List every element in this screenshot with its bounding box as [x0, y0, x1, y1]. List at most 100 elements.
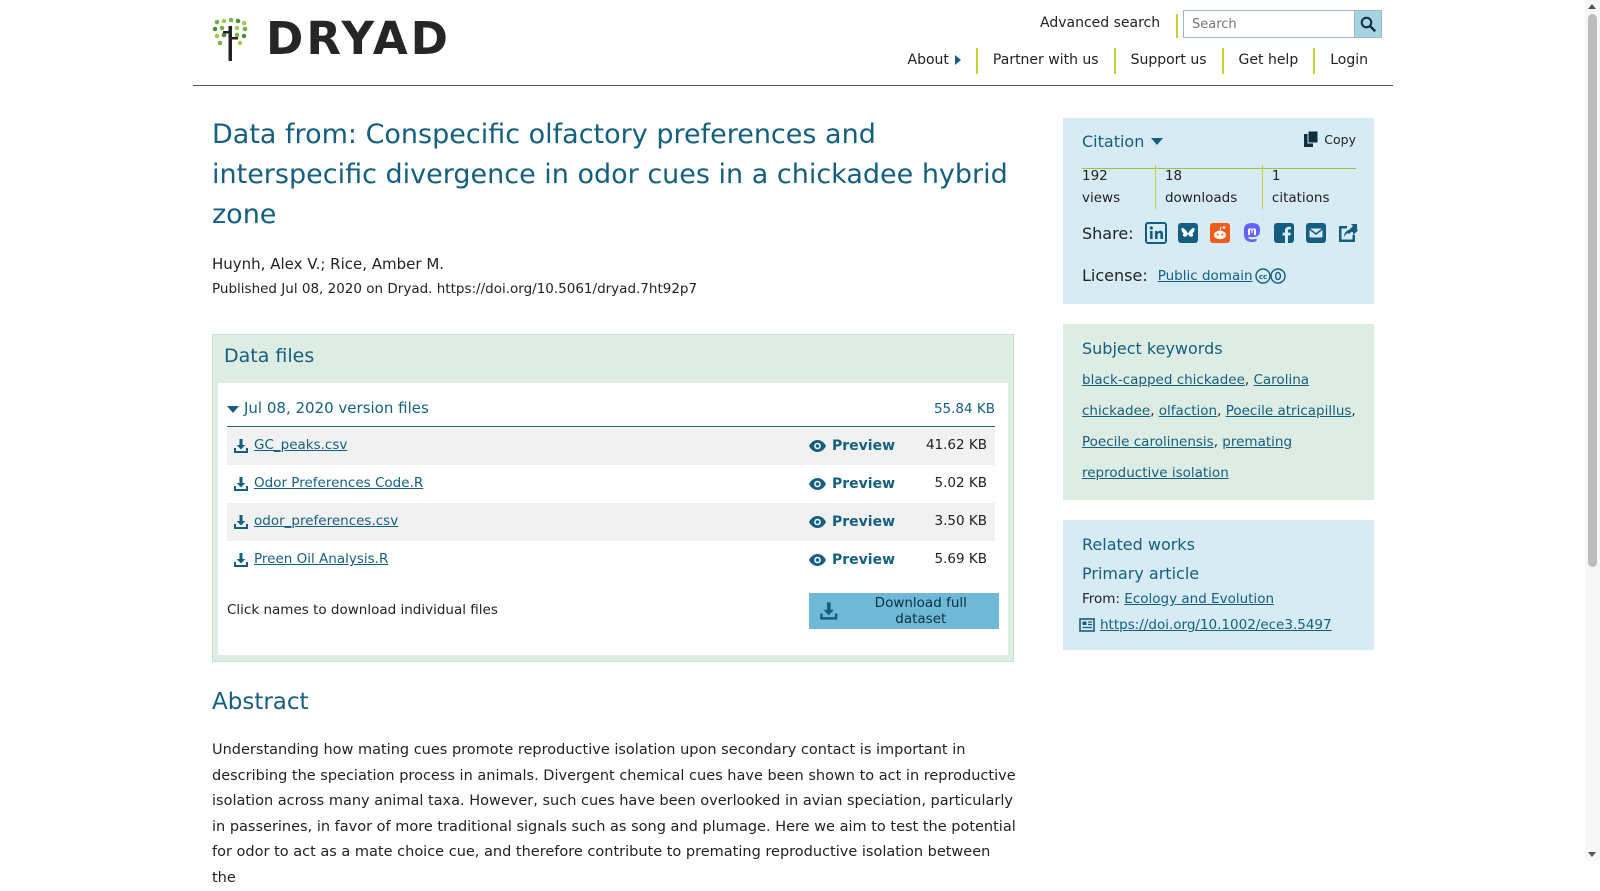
- mastodon-icon[interactable]: [1240, 221, 1264, 245]
- version-size: 55.84 KB: [933, 401, 995, 417]
- scroll-up-arrow-icon[interactable]: [1588, 4, 1596, 9]
- eye-icon: [809, 516, 826, 528]
- linkedin-icon[interactable]: [1144, 221, 1168, 245]
- advanced-search-link[interactable]: Advanced search: [1040, 14, 1179, 38]
- eye-icon: [809, 554, 826, 566]
- file-size: 3.50 KB: [934, 513, 987, 529]
- license-link[interactable]: Public domain: [1158, 268, 1253, 284]
- file-row: Odor Preferences Code.R Preview 5.02 KB: [227, 465, 995, 503]
- download-hint: Click names to download individual files: [227, 602, 498, 618]
- file-size: 5.02 KB: [934, 475, 987, 491]
- copy-icon: [1304, 131, 1319, 147]
- citations-count: 1 citations: [1271, 167, 1330, 206]
- file-link[interactable]: GC_peaks.csv: [254, 437, 347, 453]
- preview-button[interactable]: Preview: [809, 514, 895, 530]
- nav-partner[interactable]: Partner with us: [975, 48, 1114, 74]
- preview-label: Preview: [832, 476, 896, 492]
- search-button[interactable]: [1354, 10, 1382, 38]
- search-form: [1183, 10, 1382, 38]
- download-icon: [234, 515, 248, 529]
- primary-article-heading: Primary article: [1082, 564, 1200, 583]
- related-works-heading: Related works: [1082, 535, 1195, 554]
- site-header: DRYAD Advanced search About Partner with…: [193, 0, 1393, 86]
- views-count: 192 views: [1082, 164, 1156, 209]
- file-link[interactable]: Odor Preferences Code.R: [254, 475, 423, 491]
- svg-text:cc: cc: [1258, 273, 1266, 281]
- copy-citation-button[interactable]: Copy: [1304, 131, 1356, 147]
- file-link[interactable]: Preen Oil Analysis.R: [254, 551, 388, 567]
- file-size: 41.62 KB: [925, 437, 987, 453]
- download-icon: [820, 602, 838, 620]
- email-icon[interactable]: [1304, 221, 1328, 245]
- abstract-heading: Abstract: [212, 689, 309, 715]
- abstract-text: Understanding how mating cues promote re…: [212, 742, 1016, 886]
- preview-button[interactable]: Preview: [809, 552, 895, 568]
- keyword-link[interactable]: black-capped chickadee: [1082, 372, 1245, 388]
- article-icon: [1079, 618, 1095, 632]
- journal-link[interactable]: Ecology and Evolution: [1124, 591, 1274, 607]
- metrics: 192 views 18 downloads 1 citations: [1082, 164, 1356, 209]
- citation-label: Citation: [1082, 132, 1145, 151]
- license-row: License: Public domain cc: [1082, 266, 1287, 285]
- main-nav: About Partner with us Support us Get hel…: [893, 48, 1383, 74]
- citation-toggle[interactable]: Citation: [1082, 132, 1164, 151]
- logo-wordmark: DRYAD: [266, 12, 452, 65]
- caret-right-icon: [954, 55, 961, 65]
- citation-panel: Citation Copy 192 views 18 downloads 1 c…: [1063, 118, 1374, 304]
- copy-label: Copy: [1324, 131, 1356, 147]
- preview-button[interactable]: Preview: [809, 476, 895, 492]
- share-row: Share:: [1082, 221, 1368, 245]
- download-icon: [234, 477, 248, 491]
- data-files-panel: Data files Jul 08, 2020 version files 55…: [212, 334, 1014, 662]
- file-row: odor_preferences.csv Preview 3.50 KB: [227, 503, 995, 541]
- share-label: Share:: [1082, 223, 1134, 243]
- reddit-icon[interactable]: [1208, 221, 1232, 245]
- keywords-heading: Subject keywords: [1082, 339, 1223, 358]
- nav-about[interactable]: About: [893, 48, 976, 74]
- search-input[interactable]: [1183, 10, 1354, 38]
- preview-button[interactable]: Preview: [809, 438, 895, 454]
- download-full-dataset-button[interactable]: Download full dataset: [809, 593, 999, 629]
- doi-link[interactable]: https://doi.org/10.1002/ece3.5497: [1100, 617, 1332, 633]
- keyword-link[interactable]: Poecile atricapillus: [1226, 403, 1352, 419]
- eye-icon: [809, 478, 826, 490]
- nav-about-label: About: [907, 52, 949, 68]
- file-row: Preen Oil Analysis.R Preview 5.69 KB: [227, 541, 995, 579]
- preview-label: Preview: [832, 552, 896, 568]
- license-label: License:: [1082, 266, 1148, 285]
- eye-icon: [809, 440, 826, 452]
- nav-support[interactable]: Support us: [1113, 48, 1222, 74]
- version-label: Jul 08, 2020 version files: [244, 399, 429, 417]
- caret-down-icon: [227, 406, 239, 413]
- file-row: GC_peaks.csv Preview 41.62 KB: [227, 427, 995, 465]
- keyword-link[interactable]: Poecile carolinensis: [1082, 434, 1214, 450]
- file-size: 5.69 KB: [934, 551, 987, 567]
- download-icon: [234, 553, 248, 567]
- publication-info: Published Jul 08, 2020 on Dryad. https:/…: [212, 281, 698, 297]
- subject-keywords-panel: Subject keywords black-capped chickadee,…: [1063, 324, 1374, 500]
- magnifier-icon: [1360, 16, 1376, 32]
- version-toggle[interactable]: Jul 08, 2020 version files 55.84 KB: [227, 397, 995, 427]
- bluesky-icon[interactable]: [1176, 221, 1200, 245]
- preview-label: Preview: [832, 514, 896, 530]
- scroll-down-arrow-icon[interactable]: [1588, 852, 1596, 857]
- article-doi: https://doi.org/10.1002/ece3.5497: [1079, 617, 1332, 633]
- from-label: From:: [1082, 591, 1120, 607]
- page-scrollbar[interactable]: [1585, 0, 1600, 861]
- download-full-label: Download full dataset: [874, 595, 967, 627]
- scrollbar-thumb[interactable]: [1588, 14, 1597, 567]
- caret-down-icon: [1151, 138, 1164, 145]
- tree-logo-icon: [212, 17, 248, 61]
- keyword-link[interactable]: olfaction: [1159, 403, 1217, 419]
- file-link[interactable]: odor_preferences.csv: [254, 513, 398, 529]
- keywords-list: black-capped chickadee, Carolina chickad…: [1082, 372, 1356, 481]
- facebook-icon[interactable]: [1272, 221, 1296, 245]
- nav-login[interactable]: Login: [1313, 48, 1383, 74]
- dataset-authors: Huynh, Alex V.; Rice, Amber M.: [212, 255, 445, 273]
- data-files-list: Jul 08, 2020 version files 55.84 KB GC_p…: [218, 383, 1008, 655]
- data-files-heading: Data files: [224, 345, 315, 367]
- share-icon[interactable]: [1336, 221, 1360, 245]
- dryad-logo[interactable]: DRYAD: [212, 16, 451, 61]
- nav-help[interactable]: Get help: [1221, 48, 1314, 74]
- download-icon: [234, 439, 248, 453]
